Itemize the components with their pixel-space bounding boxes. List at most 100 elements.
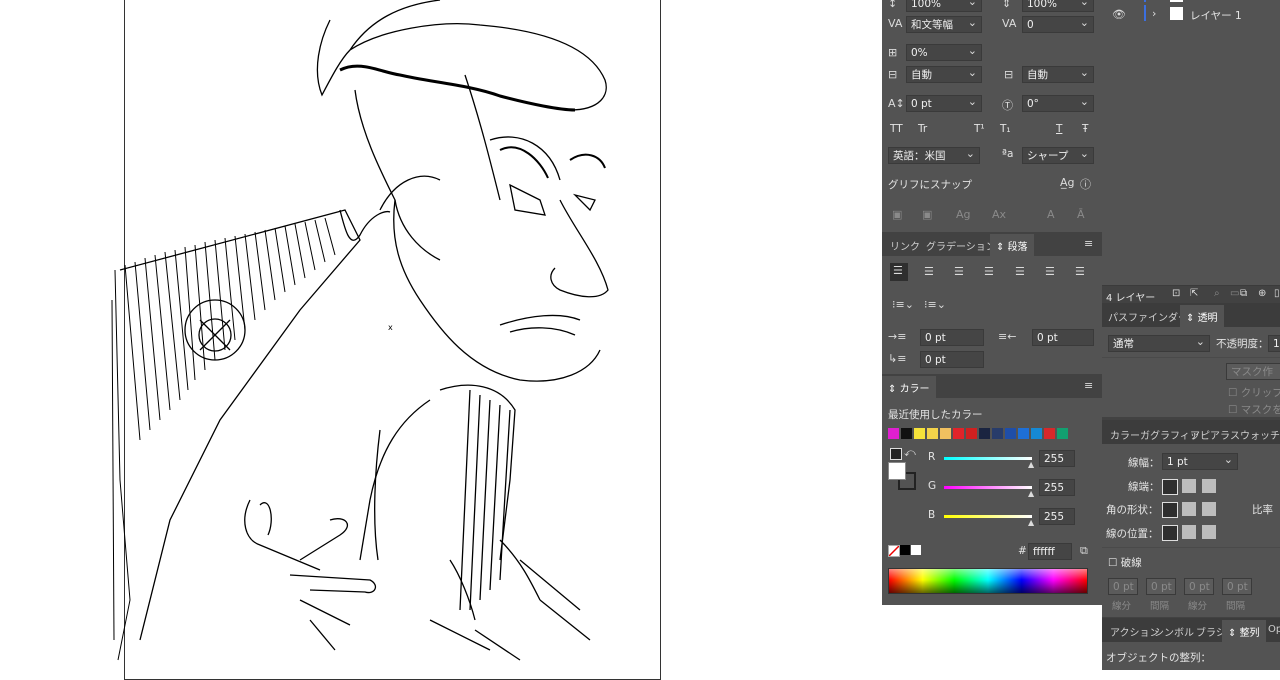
out-of-gamut-icon[interactable]: ⧉ [1080,544,1088,558]
tab-color-guide[interactable]: カラーガ [1110,427,1150,442]
white-color-chip[interactable] [911,545,921,555]
recent-color-swatch[interactable] [979,428,990,439]
round-cap-button[interactable] [1182,479,1196,493]
recent-color-swatch[interactable] [1005,428,1016,439]
clip-checkbox[interactable]: ☐ クリップ [1228,385,1280,400]
stroke-weight-field[interactable]: 1 pt [1162,451,1238,470]
b-slider[interactable] [944,515,1032,518]
tab-gradient[interactable]: グラデーション [926,238,996,253]
new-layer-icon[interactable]: ⊕ [1258,288,1266,299]
black-color-chip[interactable] [900,545,910,555]
scale-field[interactable]: 100% [1022,0,1094,12]
make-mask-button[interactable]: マスク作 [1226,363,1280,380]
tab-links[interactable]: リンク [890,238,920,253]
subscript-button[interactable]: T₁ [1000,123,1011,135]
all-caps-button[interactable]: TT [890,123,903,135]
butt-cap-button[interactable] [1162,479,1178,495]
color-spectrum[interactable] [888,568,1088,594]
g-field[interactable]: 255 [1039,479,1075,496]
align-right-icon[interactable]: ☰ [954,265,964,278]
snap-anchor-icon[interactable]: Ā [1077,208,1085,221]
miter-join-button[interactable] [1162,502,1178,518]
justify-all-icon[interactable]: ☰ [1075,265,1085,278]
clip-mask-icon[interactable]: ▭ [1230,288,1239,299]
mojikumi-right-field[interactable]: 自動 [1022,64,1094,83]
tab-symbols[interactable]: シンボル [1154,624,1194,639]
tab-paragraph[interactable]: ⇕ 段落 [990,234,1034,257]
kerning-field[interactable]: 和文等幅 [906,14,982,33]
search-icon[interactable]: ⌕ [1214,288,1220,299]
recent-color-swatch[interactable] [1018,428,1029,439]
tab-swatches[interactable]: スウォッチ [1230,427,1280,442]
snap-baseline-icon[interactable]: ▣ [892,208,902,221]
r-field[interactable]: 255 [1039,450,1075,467]
fill-color-box[interactable] [888,462,906,480]
recent-color-swatch[interactable] [966,428,977,439]
tab-color[interactable]: ⇕ カラー [882,376,936,399]
tab-pathfinder[interactable]: パスファインダー [1108,309,1188,324]
b-slider-thumb[interactable]: ▲ [1028,518,1034,527]
recent-color-swatch[interactable] [1031,428,1042,439]
mojikumi-left-field[interactable]: 自動 [906,64,982,83]
superscript-button[interactable]: T¹ [974,123,985,135]
tsume-field[interactable]: 0% [906,42,982,61]
locate-object-icon[interactable]: ⊡ [1172,288,1180,299]
align-center-icon[interactable]: ☰ [924,265,934,278]
align-center-stroke-button[interactable] [1162,525,1178,541]
document-canvas[interactable]: x [0,0,882,680]
panel-menu-icon[interactable]: ≡ [1084,237,1093,250]
justify-right-icon[interactable]: ☰ [1045,265,1055,278]
opacity-field[interactable]: 10 [1268,335,1280,352]
justify-center-icon[interactable]: ☰ [1015,265,1025,278]
r-slider-thumb[interactable]: ▲ [1028,460,1034,469]
recent-color-swatch[interactable] [1044,428,1055,439]
left-indent-field[interactable]: 0 pt [920,329,984,346]
snap-proximity-icon[interactable]: Ax [992,208,1006,221]
baseline-field[interactable]: 0 pt [906,93,982,112]
numbering-icon[interactable]: ⁝≡⌄ [924,298,946,311]
layer-name[interactable]: レイヤー 1 [1190,8,1242,23]
underline-button[interactable]: T [1056,123,1062,135]
rotation-field[interactable]: 0° [1022,93,1094,112]
none-color-icon[interactable] [888,545,900,557]
snap-glyph-bounds-icon[interactable]: Ag [956,208,971,221]
align-outside-stroke-button[interactable] [1202,525,1216,539]
glyph-settings-icon[interactable]: A̲g [1060,176,1075,189]
snap-xheight-icon[interactable]: ▣ [922,208,932,221]
tab-transparency[interactable]: ⇕ 透明 [1180,305,1224,328]
swap-colors-icon[interactable]: ⤺ [904,446,916,460]
recent-color-swatch[interactable] [953,428,964,439]
r-slider[interactable] [944,457,1032,460]
leading-field[interactable]: 100% [906,0,982,12]
language-select[interactable]: 英語：米国 [888,145,980,164]
tab-appearance[interactable]: アピアラ [1190,427,1230,442]
recent-color-swatch[interactable] [901,428,912,439]
antialias-select[interactable]: シャープ [1022,145,1094,164]
g-slider[interactable] [944,486,1032,489]
tab-opentype[interactable]: Op [1268,624,1280,635]
dashed-line-checkbox[interactable]: ☐ 破線 [1108,555,1142,570]
color-panel-menu-icon[interactable]: ≡ [1084,379,1093,392]
strikethrough-button[interactable]: Ŧ [1082,123,1088,135]
hex-field[interactable]: ffffff [1028,543,1072,560]
recent-color-swatch[interactable] [940,428,951,439]
default-colors-icon[interactable] [890,448,902,460]
first-indent-field[interactable]: 0 pt [920,351,984,368]
recent-color-swatch[interactable] [1057,428,1068,439]
snap-angular-icon[interactable]: A [1047,208,1055,221]
g-slider-thumb[interactable]: ▲ [1028,489,1034,498]
new-sublayer-icon[interactable]: ⧉ [1240,288,1247,299]
bullets-icon[interactable]: ⁝≡⌄ [892,298,914,311]
recent-color-swatch[interactable] [888,428,899,439]
recent-color-swatch[interactable] [927,428,938,439]
b-field[interactable]: 255 [1039,508,1075,525]
projecting-cap-button[interactable] [1202,479,1216,493]
info-icon[interactable]: ⓘ [1080,176,1091,192]
justify-left-icon[interactable]: ☰ [984,265,994,278]
expand-chevron-icon[interactable]: › [1152,7,1156,20]
visibility-eye-icon[interactable]: 👁 [1112,8,1126,21]
bevel-join-button[interactable] [1202,502,1216,516]
dash-1-field[interactable]: 0 pt [1108,578,1138,595]
tracking-field[interactable]: 0 [1022,14,1094,33]
tab-align[interactable]: ⇕ 整列 [1222,620,1266,643]
